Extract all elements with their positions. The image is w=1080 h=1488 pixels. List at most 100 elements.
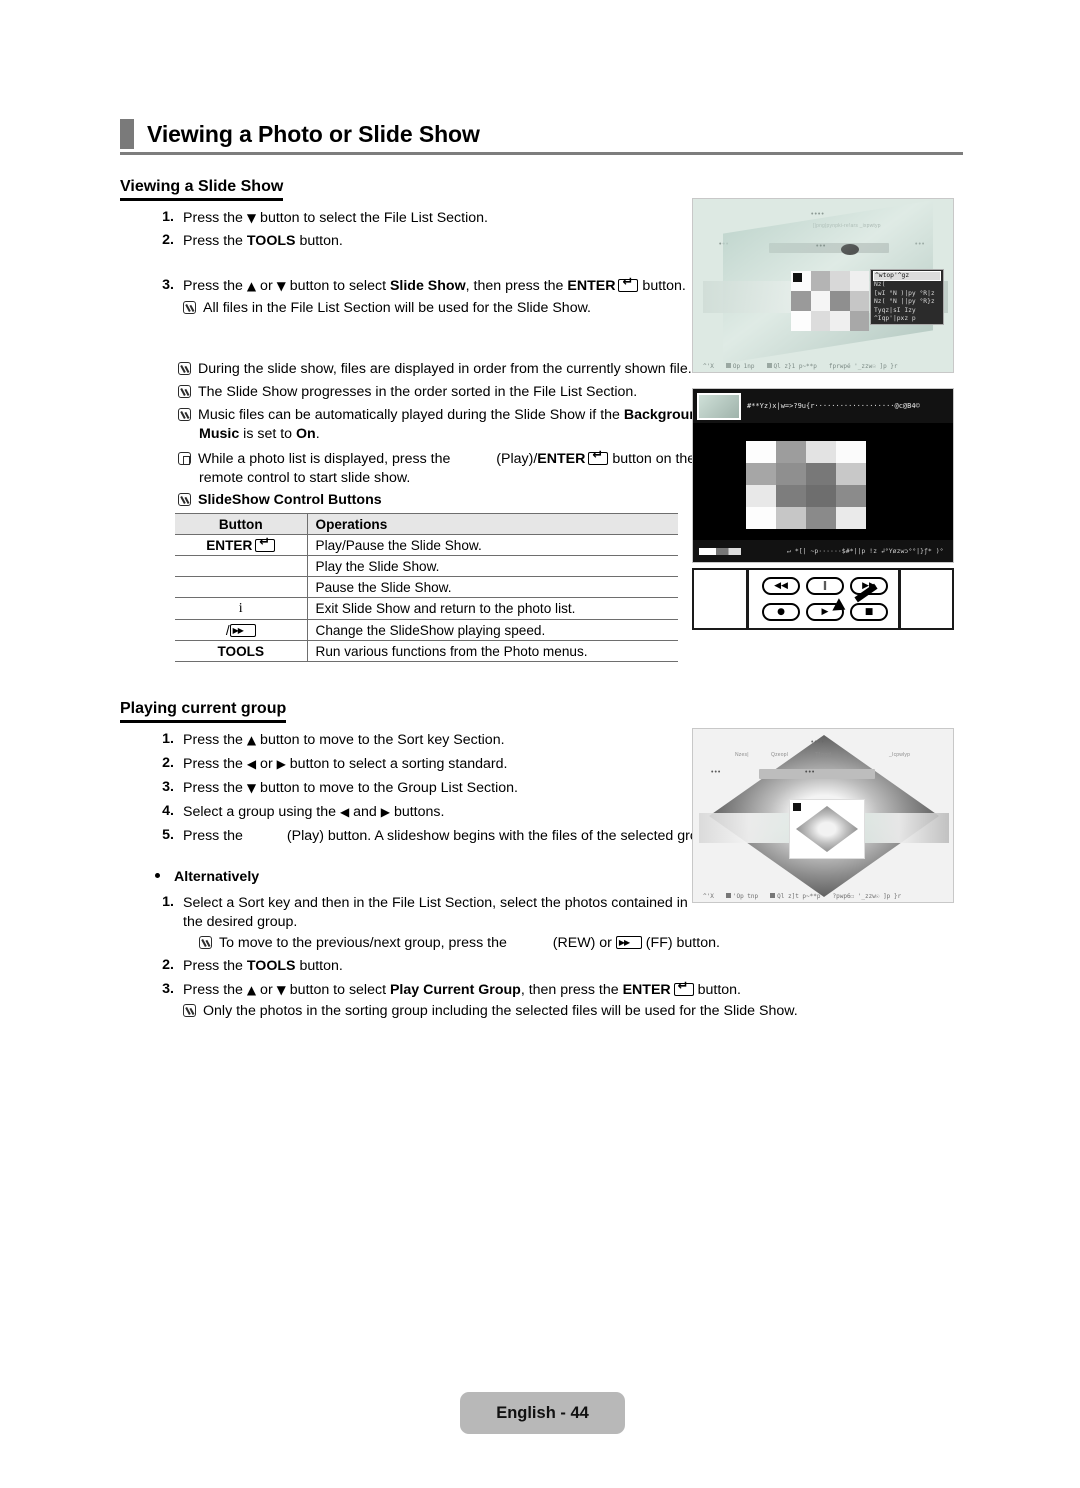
tools-label: TOOLS xyxy=(217,643,265,659)
note-icon xyxy=(178,493,191,506)
alt-step-line1: Select a Sort key and then in the File L… xyxy=(183,895,688,911)
step-text: Press the (Play) button. A slideshow beg… xyxy=(183,827,717,846)
step-text-a: Press the xyxy=(183,732,247,748)
step-text-a: Press the xyxy=(183,780,247,796)
right-arrow-icon: ▶ xyxy=(380,805,390,819)
step-number: 2. xyxy=(162,755,174,771)
alt-note-a: To move to the previous/next group, pres… xyxy=(219,935,511,951)
table-row: ENTER Play/Pause the Slide Show. xyxy=(175,534,678,556)
step-text-a: Press the xyxy=(183,210,247,226)
step-text-a: Press the xyxy=(183,756,247,772)
info-label: i xyxy=(238,601,243,616)
record-icon: ● xyxy=(777,606,785,617)
remote-divider-left xyxy=(746,570,749,628)
note-text: The Slide Show progresses in the order s… xyxy=(198,384,638,400)
fast-forward-key-icon xyxy=(229,623,256,637)
rewind-button[interactable]: ◀◀ xyxy=(762,577,800,595)
shot4-mini-label: _Icpwlyp xyxy=(889,752,911,758)
enter-keyword: ENTER xyxy=(622,982,671,998)
enter-keyword: ENTER xyxy=(567,278,616,294)
step-text-mid: or xyxy=(256,756,277,772)
step-text: Press the ▲ or ▼ button to select Slide … xyxy=(183,276,686,296)
table-row: Play the Slide Show. xyxy=(175,555,678,577)
note-text-c: button on the xyxy=(608,451,696,467)
pause-button[interactable]: ‖ xyxy=(806,577,844,595)
selected-thumbnail[interactable] xyxy=(789,799,865,859)
table-row: Pause the Slide Show. xyxy=(175,576,678,598)
step-text-mid: and xyxy=(349,804,381,820)
page-footer-badge: English - 44 xyxy=(460,1392,625,1434)
progress-bar[interactable] xyxy=(699,547,741,555)
cell-operation: Play/Pause the Slide Show. xyxy=(307,534,678,556)
manual-page: Viewing a Photo or Slide Show Viewing a … xyxy=(0,0,1080,1488)
tools-keyword: TOOLS xyxy=(246,958,296,974)
play-current-group-keyword: Play Current Group xyxy=(389,982,521,998)
step-text: Press the ▼ button to move to the Group … xyxy=(183,779,518,798)
table-row: / Change the SlideShow playing speed. xyxy=(175,619,678,641)
cell-operation: Pause the Slide Show. xyxy=(307,576,678,598)
final-note-text: Only the photos in the sorting group inc… xyxy=(203,1003,798,1019)
enter-key-icon xyxy=(255,536,276,552)
note-text-a: While a photo list is displayed, press t… xyxy=(198,451,455,467)
on-keyword: On xyxy=(296,426,316,442)
stop-button[interactable]: ■ xyxy=(850,603,888,621)
photo-image-grid xyxy=(746,441,866,529)
popup-item[interactable]: Nz( °N ||py °R}z xyxy=(873,298,941,306)
step-number: 2. xyxy=(162,232,174,248)
alt-step-line2: the desired group. xyxy=(183,914,298,930)
step-text-b: button. xyxy=(295,958,343,974)
column-header-operations: Operations xyxy=(307,513,678,535)
tools-popup-menu[interactable]: ^wtop'^gz Nz( [wI °N )|py °R|z Nz( °N ||… xyxy=(870,269,944,326)
enter-key-icon xyxy=(673,980,694,996)
cell-button xyxy=(175,576,308,598)
selected-marker xyxy=(793,273,802,282)
sort-key-bar xyxy=(759,769,875,779)
shot4-footer-bar: ^'X 'Op tnp Ql z]t p~**p ?pwp6☐ '_zzw☉ ]… xyxy=(693,893,953,900)
popup-item[interactable]: Nz( xyxy=(873,281,941,289)
step-text-b: button to move to the Group List Section… xyxy=(256,780,518,796)
step-text-mid: or xyxy=(256,278,277,294)
cell-operation: Run various functions from the Photo men… xyxy=(307,640,678,662)
note-icon xyxy=(183,301,196,314)
shot4-mini-label: Qzeopl xyxy=(771,752,789,758)
footer-item: ^'X xyxy=(703,893,714,900)
play-icon: ▶ xyxy=(821,606,829,617)
table-row: TOOLS Run various functions from the Pho… xyxy=(175,640,678,662)
title-marker xyxy=(120,119,134,149)
step-text: Press the ◀ or ▶ button to select a sort… xyxy=(183,755,507,774)
square-icon xyxy=(766,363,772,368)
step-text-a: Press the xyxy=(183,828,247,844)
popup-item[interactable]: [wI °N )|py °R|z xyxy=(873,290,941,298)
step-number: 5. xyxy=(162,827,174,843)
step3-note-text: All files in the File List Section will … xyxy=(203,300,591,316)
down-arrow-icon: ▼ xyxy=(276,279,286,293)
title-divider xyxy=(120,152,963,155)
record-button[interactable]: ● xyxy=(762,603,800,621)
cell-operation: Change the SlideShow playing speed. xyxy=(307,619,678,641)
footer-item: fprwpé '_zzw☉ ]p }r xyxy=(828,363,898,370)
note-item: While a photo list is displayed, press t… xyxy=(178,449,696,469)
rewind-icon: ◀◀ xyxy=(774,580,788,591)
step-text-a: Select a group using the xyxy=(183,804,340,820)
step-text-a: Press the xyxy=(183,958,247,974)
step-text-c: , then press the xyxy=(520,982,623,998)
note-text: During the slide show, files are display… xyxy=(198,361,692,377)
step-text-b: button to select xyxy=(285,278,390,294)
note-item-line2: Music is set to On. xyxy=(199,425,320,444)
step-number: 1. xyxy=(162,731,174,747)
pause-icon: ‖ xyxy=(822,580,828,591)
popup-item-selected[interactable]: ^wtop'^gz xyxy=(873,271,941,282)
step-text-a: Press the xyxy=(183,982,247,998)
step-text: Press the ▲ or ▼ button to select Play C… xyxy=(183,980,741,1000)
alt-note-c: (FF) button. xyxy=(641,935,720,951)
square-icon xyxy=(770,893,776,898)
popup-item[interactable]: ^Iqp'|pxz p xyxy=(873,315,941,323)
popup-item[interactable]: Tyqz|sI Izy xyxy=(873,307,941,315)
screenshot-group-list-view: •••• Nzes| Qzeopl T1pqo| _Icpwlyp ••• ••… xyxy=(692,728,954,903)
note-text-a: Music files can be automatically played … xyxy=(198,407,624,423)
sort-dots: ••• xyxy=(805,769,816,776)
alt-note: To move to the previous/next group, pres… xyxy=(199,934,720,953)
selected-marker xyxy=(793,803,801,811)
cell-button: / xyxy=(175,619,308,641)
step-number: 1. xyxy=(162,209,174,225)
